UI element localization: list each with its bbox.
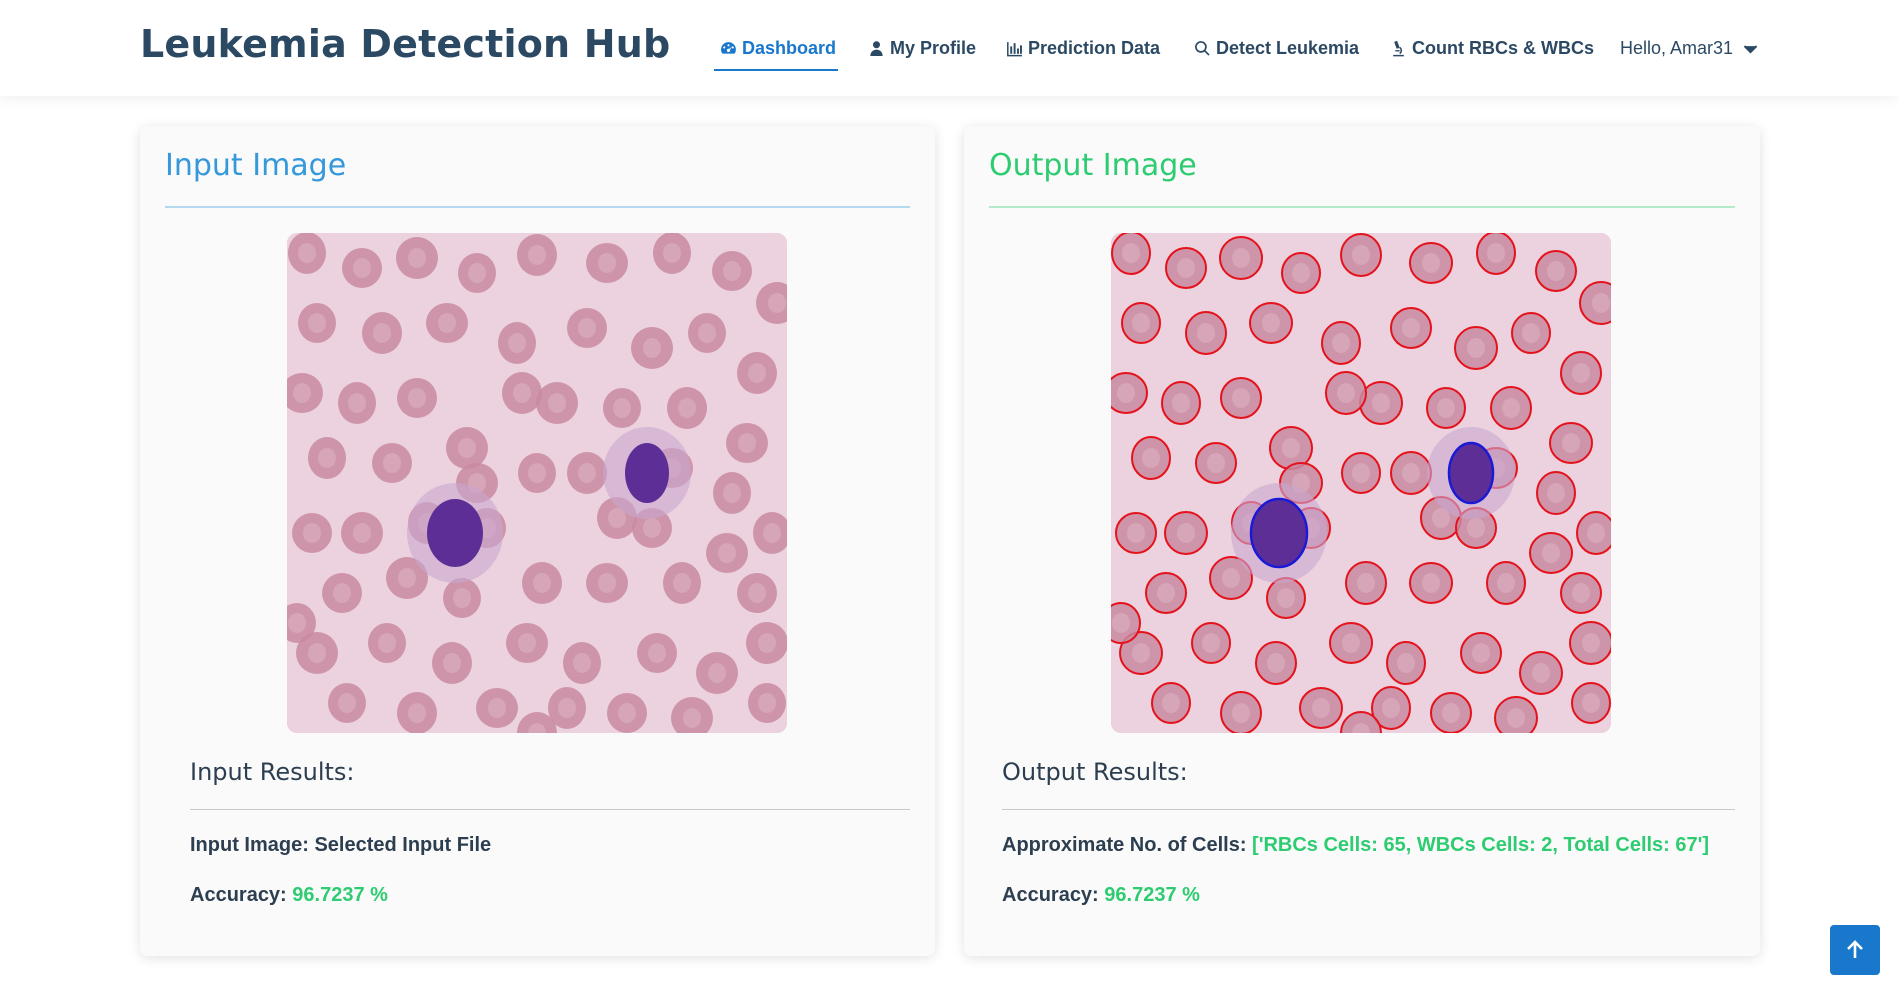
user-menu-dropdown[interactable]: Hello, Amar31 xyxy=(1620,25,1759,71)
nav-prediction-data[interactable]: Prediction Data xyxy=(1006,25,1160,71)
output-accuracy-line: Accuracy: 96.7237 % xyxy=(1002,884,1200,907)
input-file-label: Input Image: xyxy=(190,834,315,856)
output-card: Output Image Output Results: Approximate… xyxy=(964,126,1760,956)
user-greeting: Hello, Amar31 xyxy=(1620,37,1734,58)
input-blood-smear-image xyxy=(287,233,787,733)
divider xyxy=(989,206,1735,208)
output-results-title: Output Results: xyxy=(1002,758,1188,786)
divider xyxy=(190,809,910,810)
bar-chart-icon xyxy=(1007,41,1022,56)
output-accuracy-value: 96.7237 % xyxy=(1104,884,1200,906)
nav-count-cells-label: Count RBCs & WBCs xyxy=(1412,37,1594,58)
input-file-line: Input Image: Selected Input File xyxy=(190,834,491,857)
output-accuracy-label: Accuracy: xyxy=(1002,884,1105,906)
input-accuracy-value: 96.7237 % xyxy=(292,884,388,906)
divider xyxy=(1002,809,1735,810)
output-image-canvas xyxy=(1111,233,1611,733)
top-header: Leukemia Detection Hub Dashboard My Prof… xyxy=(0,0,1898,96)
input-accuracy-line: Accuracy: 96.7237 % xyxy=(190,884,388,907)
nav-count-cells[interactable]: Count RBCs & WBCs xyxy=(1390,25,1594,71)
nav-dashboard-label: Dashboard xyxy=(741,37,836,58)
nav-detect-leukemia-label: Detect Leukemia xyxy=(1216,37,1360,58)
cell-count-label: Approximate No. of Cells: xyxy=(1002,834,1253,856)
input-accuracy-label: Accuracy: xyxy=(190,884,293,906)
cell-count-line: Approximate No. of Cells: ['RBCs Cells: … xyxy=(1002,834,1709,857)
cell-count-value: ['RBCs Cells: 65, WBCs Cells: 2, Total C… xyxy=(1252,834,1710,856)
output-card-title: Output Image xyxy=(989,148,1197,183)
output-segmented-image xyxy=(1111,233,1611,733)
input-results-title: Input Results: xyxy=(190,758,355,786)
search-icon xyxy=(1195,40,1210,56)
input-image-canvas xyxy=(287,233,787,733)
chevron-down-icon xyxy=(1743,44,1758,54)
nav-detect-leukemia[interactable]: Detect Leukemia xyxy=(1194,25,1359,71)
user-icon xyxy=(870,40,883,56)
nav-my-profile-label: My Profile xyxy=(890,37,977,58)
dashboard-icon xyxy=(721,41,736,54)
nav-my-profile[interactable]: My Profile xyxy=(868,25,976,71)
brand-logo[interactable]: Leukemia Detection Hub xyxy=(140,22,670,66)
nav-prediction-data-label: Prediction Data xyxy=(1028,37,1161,58)
nav-dashboard[interactable]: Dashboard xyxy=(714,25,838,71)
scroll-to-top-button[interactable] xyxy=(1830,925,1880,975)
input-card-title: Input Image xyxy=(165,148,347,183)
input-card: Input Image Input Results: Input Image: … xyxy=(140,126,935,956)
microscope-icon xyxy=(1393,40,1404,56)
divider xyxy=(165,206,910,208)
arrow-up-icon xyxy=(1847,940,1863,958)
input-file-value: Selected Input File xyxy=(314,834,492,856)
